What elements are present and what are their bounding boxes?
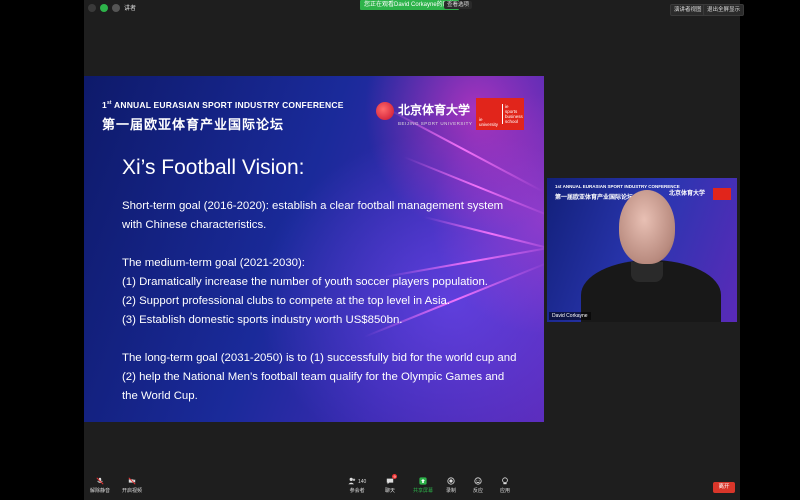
participants-count: 140 [358, 479, 367, 485]
short-term-goal: Short-term goal (2016-2020): establish a… [122, 200, 504, 231]
ie-logo-left: ie university [479, 117, 499, 127]
conference-title-en: 1st ANNUAL EURASIAN SPORT INDUSTRY CONFE… [102, 100, 344, 110]
speaker-collar [631, 262, 663, 282]
speaker-face [619, 190, 675, 264]
participants-label: 参会者 [349, 488, 365, 494]
chat-button[interactable]: 9 聊天 [385, 474, 398, 494]
video-conference-title: 1st ANNUAL EURASIAN SPORT INDUSTRY CONFE… [555, 184, 680, 189]
exit-fullscreen-button[interactable]: 退出全屏显示 [703, 4, 745, 16]
microphone-muted-icon [96, 477, 104, 485]
ie-logo-right: ie sports business school [502, 104, 523, 124]
start-video-button[interactable]: 开启视频 [122, 477, 142, 494]
chat-label: 聊天 [385, 488, 396, 494]
bsu-logo-icon [376, 102, 394, 120]
video-logo: 北京体育大学 [669, 191, 706, 197]
participant-name: David Corkayne [549, 312, 591, 320]
security-shield-icon[interactable] [100, 3, 108, 12]
medium-term-intro: The medium-term goal (2021-2030): [122, 257, 305, 269]
apps-icon [502, 477, 508, 485]
slide-heading: Xi’s Football Vision: [122, 156, 305, 179]
university-name-en: BEIJING SPORT UNIVERSITY [398, 121, 473, 126]
camera-off-icon [128, 477, 136, 485]
mute-label: 解除静音 [90, 488, 111, 494]
leave-button[interactable]: 离开 [713, 482, 735, 493]
share-screen-button[interactable]: 共享屏幕 [413, 477, 433, 494]
university-name-cn: 北京体育大学 [398, 103, 471, 117]
shared-slide: 1st ANNUAL EURASIAN SPORT INDUSTRY CONFE… [84, 76, 544, 422]
ie-logo: ie university ie sports business school [476, 98, 524, 130]
conference-title-cn: 第一届欧亚体育产业国际论坛 [102, 117, 285, 132]
record-label: 录制 [446, 488, 457, 494]
left-letterbox [0, 0, 84, 500]
participants-icon [348, 477, 356, 485]
view-options-button[interactable]: 查看选项 [444, 1, 473, 9]
right-letterbox [740, 0, 800, 500]
long-term-goal: The long-term goal (2031-2050) is to (1)… [122, 352, 517, 402]
smiley-icon [474, 477, 482, 485]
speaker-view-button[interactable]: 演讲者视图 [670, 4, 706, 16]
reactions-button[interactable]: 反应 [473, 477, 483, 494]
mute-button[interactable]: 解除静音 [90, 477, 110, 494]
start-video-label: 开启视频 [122, 488, 143, 494]
record-icon [447, 477, 455, 485]
user-label: 讲者 [124, 6, 137, 12]
medium-term-item: (3) Establish domestic sports industry w… [122, 314, 403, 326]
participant-video[interactable]: 1st ANNUAL EURASIAN SPORT INDUSTRY CONFE… [547, 178, 737, 322]
slide-body: Short-term goal (2016-2020): establish a… [122, 197, 522, 406]
info-icon[interactable] [88, 3, 96, 12]
video-ie-logo [713, 188, 731, 200]
meeting-info: 讲者 [88, 3, 136, 12]
record-button[interactable]: 录制 [446, 477, 456, 494]
connection-icon[interactable] [112, 3, 120, 12]
reactions-label: 反应 [473, 488, 484, 494]
share-screen-icon [419, 477, 427, 485]
medium-term-item: (2) Support professional clubs to compet… [122, 295, 450, 307]
video-conference-title-cn: 第一届欧亚体育产业国际论坛 [555, 195, 634, 201]
participants-button[interactable]: 140 参会者 [348, 477, 366, 494]
medium-term-item: (1) Dramatically increase the number of … [122, 276, 488, 288]
apps-button[interactable]: 应用 [500, 477, 510, 494]
meeting-toolbar [84, 474, 740, 500]
apps-label: 应用 [500, 488, 511, 494]
share-screen-label: 共享屏幕 [413, 488, 434, 494]
